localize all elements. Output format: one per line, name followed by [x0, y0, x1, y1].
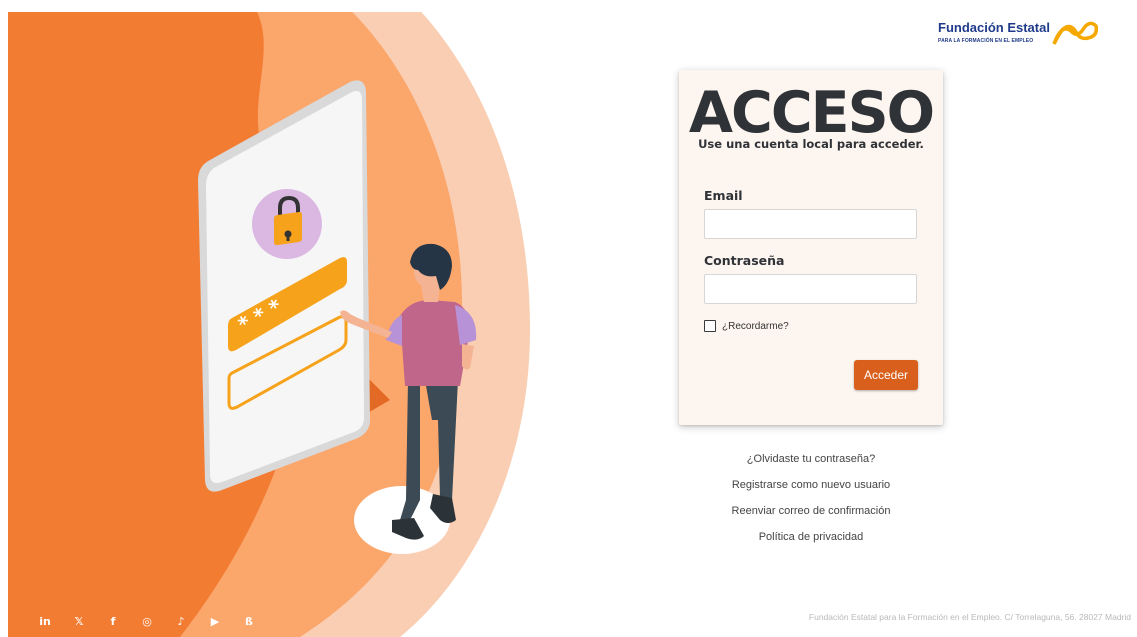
register-link[interactable]: Registrarse como nuevo usuario	[679, 477, 943, 503]
facebook-icon[interactable]: f	[96, 615, 130, 628]
password-label: Contraseña	[704, 253, 785, 268]
brand-mark-icon	[1052, 21, 1098, 45]
remember-label: ¿Recordarme?	[722, 320, 789, 332]
instagram-icon[interactable]: ◎	[130, 615, 164, 628]
remember-checkbox[interactable]	[704, 320, 716, 332]
youtube-icon[interactable]: ▶	[198, 615, 232, 628]
brand-name: Fundación Estatal	[938, 20, 1050, 35]
footer-address: Fundación Estatal para la Formación en e…	[808, 612, 1131, 622]
login-subtitle: Use una cuenta local para acceder.	[698, 137, 924, 151]
password-field[interactable]	[704, 274, 917, 304]
forgot-password-link[interactable]: ¿Olvidaste tu contraseña?	[679, 451, 943, 477]
social-links: in 𝕏 f ◎ ♪ ▶ ß	[28, 611, 266, 631]
login-illustration: * * *	[0, 0, 560, 637]
login-button[interactable]: Acceder	[854, 360, 918, 390]
remember-me[interactable]: ¿Recordarme?	[704, 320, 789, 332]
x-icon[interactable]: 𝕏	[62, 615, 96, 628]
bluesky-icon[interactable]: ß	[232, 615, 266, 628]
brand-logo: Fundación Estatal PARA LA FORMACIÓN EN E…	[938, 16, 1098, 50]
login-card: ACCESO Use una cuenta local para acceder…	[679, 70, 943, 425]
account-links: ¿Olvidaste tu contraseña? Registrarse co…	[679, 451, 943, 555]
hero-illustration: * * *	[0, 0, 560, 637]
resend-confirmation-link[interactable]: Reenviar correo de confirmación	[679, 503, 943, 529]
linkedin-icon[interactable]: in	[28, 615, 62, 628]
privacy-policy-link[interactable]: Política de privacidad	[679, 529, 943, 555]
brand-tagline: PARA LA FORMACIÓN EN EL EMPLEO	[938, 38, 1034, 44]
email-label: Email	[704, 188, 743, 203]
tiktok-icon[interactable]: ♪	[164, 615, 198, 628]
email-field[interactable]	[704, 209, 917, 239]
